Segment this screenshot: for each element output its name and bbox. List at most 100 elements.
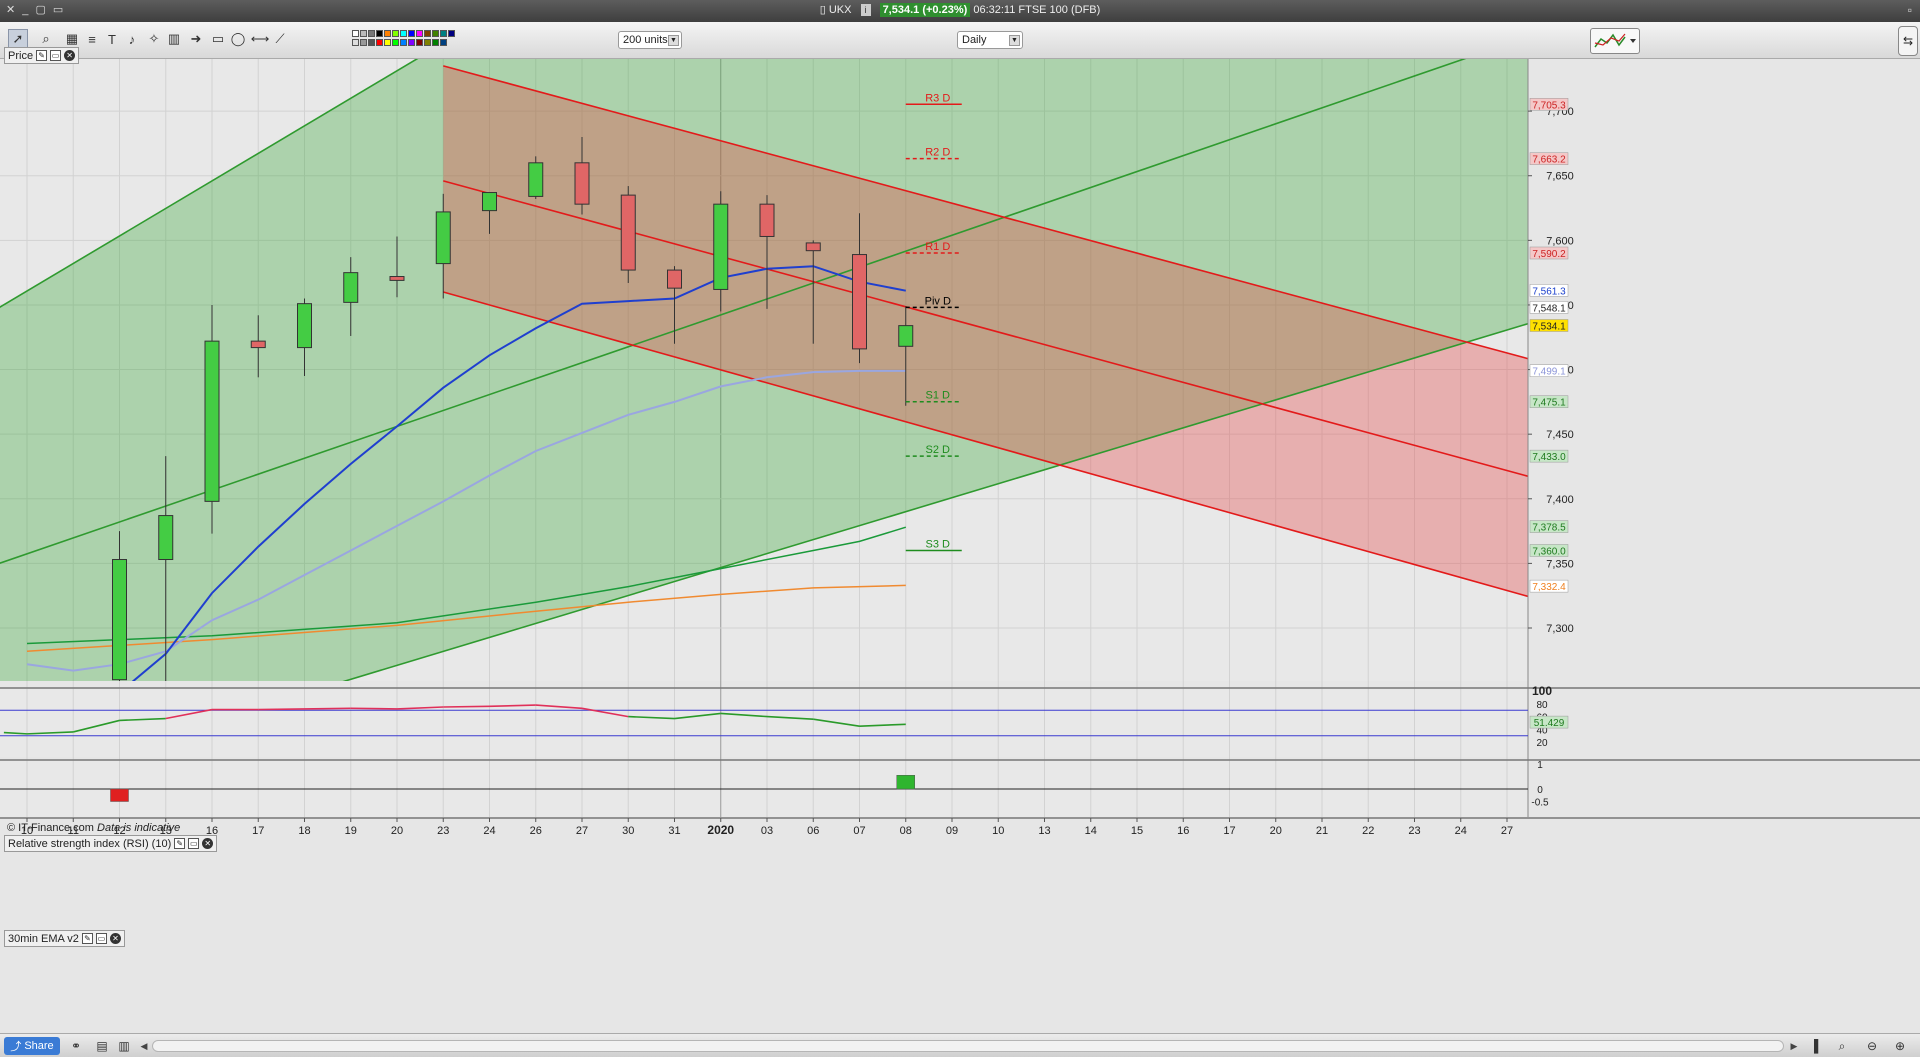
time-tick-label: 14 — [1085, 825, 1097, 837]
price-tag-label: 7,548.1 — [1532, 303, 1566, 314]
rsi-panel-title: Relative strength index (RSI) (10) — [8, 837, 172, 850]
color-swatch[interactable] — [360, 30, 367, 37]
trash-icon[interactable]: ▥ — [164, 29, 184, 49]
color-swatch[interactable] — [448, 30, 455, 37]
time-tick-label: 06 — [807, 825, 819, 837]
time-tick-label: 19 — [345, 825, 357, 837]
link-icon[interactable]: ⚭ — [68, 1038, 84, 1054]
horizontal-line-tool-icon[interactable]: ⟷ — [250, 29, 270, 49]
price-tag-label: 7,433.0 — [1532, 452, 1566, 463]
color-swatch[interactable] — [432, 30, 439, 37]
pivot-label: S3 D — [926, 538, 951, 550]
time-tick-label: 09 — [946, 825, 958, 837]
rectangle-tool-icon[interactable]: ▭ — [208, 29, 228, 49]
wrench-icon[interactable]: ✎ — [174, 838, 186, 849]
color-swatch[interactable] — [408, 30, 415, 37]
color-swatch[interactable] — [392, 30, 399, 37]
scroll-right-arrow-icon[interactable]: ▶ — [1788, 1039, 1800, 1053]
chart-canvas[interactable]: R3 DR2 DR1 DPiv DS1 DS2 DS3 D7,3007,3507… — [0, 59, 1920, 1033]
time-tick-label: 17 — [1223, 825, 1235, 837]
scroll-left-arrow-icon[interactable]: ◀ — [138, 1039, 150, 1053]
osc-tick-label: 1 — [1537, 760, 1543, 771]
zoom-tool-icon[interactable]: ⌕ — [36, 29, 56, 49]
candle-up — [158, 515, 174, 561]
rsi-line-segment — [443, 705, 490, 708]
fibonacci-tool-icon[interactable]: ≡ — [82, 29, 102, 49]
time-tick-label: 08 — [900, 825, 912, 837]
watermark: © IT-Finance.com Data is indicative — [7, 822, 180, 834]
fit-chart-icon[interactable]: ▐ — [1806, 1038, 1822, 1054]
share-label: Share — [24, 1040, 54, 1052]
ellipse-tool-icon[interactable]: ◯ — [228, 29, 248, 49]
osc-tick-label: 0 — [1537, 785, 1543, 796]
magic-tool-icon[interactable]: ✧ — [144, 29, 164, 49]
color-swatch[interactable] — [352, 39, 359, 46]
rsi-value-tag: 51.429 — [1534, 718, 1565, 729]
zoom-in-icon[interactable]: ⊕ — [1892, 1038, 1908, 1054]
maximize-icon[interactable]: ▭ — [188, 838, 200, 849]
pointer-tool-icon[interactable]: ➚ — [8, 29, 28, 49]
share-button[interactable]: ⤴ Share — [4, 1037, 60, 1055]
color-swatch[interactable] — [392, 39, 399, 46]
zoom-fit-icon[interactable]: ⌕ — [1834, 1038, 1850, 1054]
chart-area[interactable]: R3 D R2 D R1 D Piv D S1 D S2 D S3 D 7,300 7,350 7… — [0, 47, 1920, 1033]
color-swatch[interactable] — [400, 39, 407, 46]
candle-down — [667, 269, 682, 289]
color-swatch[interactable] — [408, 39, 415, 46]
close-icon[interactable]: ✕ — [109, 933, 121, 944]
template-icon[interactable]: ▤ — [94, 1038, 110, 1054]
instrument-name: UKX — [828, 4, 852, 16]
color-swatch[interactable] — [432, 39, 439, 46]
arrow-tool-icon[interactable]: ➜ — [186, 29, 206, 49]
color-swatch[interactable] — [368, 30, 375, 37]
color-swatch[interactable] — [424, 39, 431, 46]
price-tag-label: 7,705.3 — [1532, 100, 1566, 111]
price-panel-title: Price — [8, 49, 34, 62]
time-scrollbar[interactable] — [152, 1040, 1784, 1052]
units-select[interactable]: 200 units ▼ — [618, 31, 682, 49]
price-axis-background — [1528, 59, 1920, 818]
zoom-out-icon[interactable]: ⊖ — [1864, 1038, 1880, 1054]
text-tool-icon[interactable]: T — [102, 29, 122, 49]
candle-down — [574, 162, 590, 205]
time-tick-label: 27 — [576, 825, 588, 837]
candle-up — [898, 325, 914, 347]
time-tick-label: 21 — [1316, 825, 1328, 837]
color-swatch[interactable] — [384, 39, 391, 46]
color-swatch[interactable] — [384, 30, 391, 37]
color-swatch[interactable] — [424, 30, 431, 37]
time-tick-label: 18 — [298, 825, 310, 837]
price-tag-label: 7,475.1 — [1532, 398, 1566, 409]
lock-icon: ▯ — [819, 4, 826, 16]
pivot-label: S2 D — [926, 444, 951, 456]
layout-icon[interactable]: ▥ — [116, 1038, 132, 1054]
color-swatch[interactable] — [416, 30, 423, 37]
wrench-icon[interactable]: ✎ — [36, 50, 48, 61]
color-swatch[interactable] — [440, 39, 447, 46]
title-bar: ✕ _ ▢ ▭ ▯ UKX i 7,534.1 (+0.23%) 06:32:1… — [0, 0, 1920, 22]
color-swatch[interactable] — [440, 30, 447, 37]
maximize-icon[interactable]: ▭ — [50, 50, 62, 61]
color-swatch[interactable] — [368, 39, 375, 46]
side-panel-toggle-icon[interactable]: ⇆ — [1898, 26, 1918, 56]
chart-tool-icon[interactable]: ▦ — [62, 29, 82, 49]
candle-up — [435, 211, 451, 265]
color-swatch[interactable] — [400, 30, 407, 37]
period-select[interactable]: Daily ▼ — [957, 31, 1023, 49]
period-select-value: Daily — [962, 34, 987, 46]
wrench-icon[interactable]: ✎ — [81, 933, 93, 944]
color-swatch[interactable] — [416, 39, 423, 46]
price-tag-label: 7,561.3 — [1532, 286, 1566, 297]
close-window-icon[interactable]: ▫ — [1908, 3, 1912, 17]
maximize-icon[interactable]: ▭ — [95, 933, 107, 944]
alert-bell-icon[interactable]: ♪ — [122, 29, 142, 49]
color-swatch[interactable] — [360, 39, 367, 46]
trendline-tool-icon[interactable]: ⟋ — [270, 29, 290, 49]
info-icon[interactable]: i — [860, 4, 871, 16]
color-swatch[interactable] — [376, 39, 383, 46]
color-swatch[interactable] — [376, 30, 383, 37]
close-icon[interactable]: ✕ — [64, 50, 76, 61]
indicators-button[interactable] — [1590, 28, 1640, 54]
color-swatch[interactable] — [352, 30, 359, 37]
close-icon[interactable]: ✕ — [202, 838, 214, 849]
